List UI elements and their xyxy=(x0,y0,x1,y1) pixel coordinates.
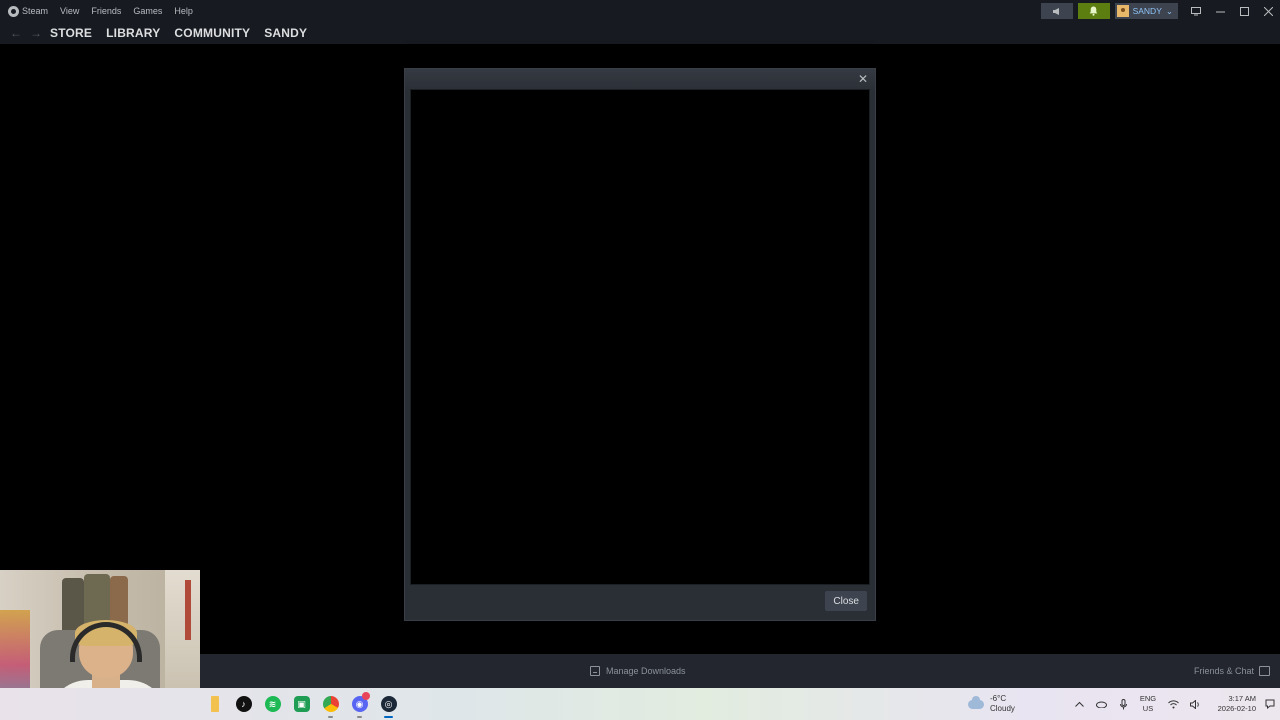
show-hidden-icons-button[interactable] xyxy=(1068,688,1090,720)
menu-view[interactable]: View xyxy=(54,6,85,16)
notification-badge-icon xyxy=(362,692,370,700)
tab-community[interactable]: COMMUNITY xyxy=(174,26,250,40)
notifications-button[interactable] xyxy=(1077,3,1110,19)
menu-steam-label: Steam xyxy=(22,6,49,16)
windows-taskbar: ♪ ≋ ▣ ◉ ◎ -6°C Cloudy ENG US 3:17 AM 202… xyxy=(0,688,1280,720)
dialog-content-area xyxy=(410,89,870,585)
friends-chat-button[interactable]: Friends & Chat xyxy=(1194,654,1270,688)
taskbar-discord[interactable]: ◉ xyxy=(345,688,374,720)
nav-tabs: STORE LIBRARY COMMUNITY SANDY xyxy=(50,26,321,40)
title-bar-right: SANDY ⌄ xyxy=(1040,0,1280,22)
system-clock[interactable]: 3:17 AM 2026-02-10 xyxy=(1206,694,1256,714)
maximize-button[interactable] xyxy=(1232,0,1256,22)
user-avatar-icon xyxy=(1120,8,1125,12)
lang-line1: ENG xyxy=(1139,694,1157,703)
forward-arrow-icon[interactable]: → xyxy=(26,26,46,40)
menu-steam[interactable]: Steam xyxy=(8,5,54,17)
steam-icon: ◎ xyxy=(380,696,397,712)
taskbar-file-explorer[interactable] xyxy=(200,688,229,720)
weather-condition: Cloudy xyxy=(990,704,1015,713)
clock-date: 2026-02-10 xyxy=(1217,704,1256,713)
menu-help[interactable]: Help xyxy=(168,6,199,16)
dialog-header: ✕ xyxy=(405,69,875,89)
menu-friends[interactable]: Friends xyxy=(85,6,127,16)
minimize-button[interactable] xyxy=(1208,0,1232,22)
avatar xyxy=(1116,5,1129,17)
clock-time: 3:17 AM xyxy=(1228,694,1256,703)
manage-downloads-button[interactable]: Manage Downloads xyxy=(590,654,686,688)
chevron-down-icon: ⌄ xyxy=(1165,5,1173,16)
big-picture-button[interactable] xyxy=(1184,0,1208,22)
friends-chat-label: Friends & Chat xyxy=(1193,666,1254,676)
username: SANDY xyxy=(1132,6,1162,16)
title-bar: Steam View Friends Games Help SANDY ⌄ xyxy=(0,0,1280,22)
tiktok-icon: ♪ xyxy=(235,696,252,712)
weather-temp: -6°C xyxy=(990,694,1007,703)
webcam-red-object xyxy=(185,580,191,640)
bell-icon xyxy=(1089,6,1098,16)
menu-games[interactable]: Games xyxy=(127,6,168,16)
manage-downloads-label: Manage Downloads xyxy=(606,666,686,676)
weather-text: -6°C Cloudy xyxy=(990,694,1015,714)
folder-icon xyxy=(210,696,219,712)
minimize-icon xyxy=(1215,11,1225,12)
chat-icon xyxy=(1259,666,1270,676)
tray-microphone[interactable] xyxy=(1112,688,1134,720)
microphone-icon xyxy=(1119,698,1127,709)
announcements-button[interactable] xyxy=(1040,3,1073,19)
back-arrow-icon[interactable]: ← xyxy=(6,26,26,40)
tab-profile[interactable]: SANDY xyxy=(264,26,307,40)
system-tray: ENG US 3:17 AM 2026-02-10 xyxy=(1068,688,1280,720)
window-close-button[interactable] xyxy=(1256,0,1280,22)
steam-logo-icon xyxy=(8,5,19,17)
modal-dialog: ✕ Close xyxy=(404,68,876,621)
taskbar-spotify[interactable]: ≋ xyxy=(258,688,287,720)
close-icon xyxy=(1263,6,1273,16)
spotify-icon: ≋ xyxy=(264,696,281,712)
taskbar-apps: ♪ ≋ ▣ ◉ ◎ xyxy=(200,688,403,720)
weather-widget[interactable]: -6°C Cloudy xyxy=(968,688,1015,720)
speaker-icon xyxy=(1189,699,1199,709)
menu-bar: Steam View Friends Games Help xyxy=(8,0,199,22)
onedrive-icon xyxy=(1095,701,1107,708)
megaphone-icon xyxy=(1052,7,1059,15)
lang-line2: US xyxy=(1142,704,1154,713)
android-studio-icon: ▣ xyxy=(293,696,310,712)
monitor-icon xyxy=(1191,6,1201,15)
dialog-close-button[interactable]: Close xyxy=(825,591,867,611)
cloud-icon xyxy=(968,695,984,709)
chrome-icon xyxy=(322,696,339,712)
taskbar-android-studio[interactable]: ▣ xyxy=(287,688,316,720)
chevron-up-icon xyxy=(1074,701,1084,707)
maximize-icon xyxy=(1239,6,1249,16)
taskbar-chrome[interactable] xyxy=(316,688,345,720)
dialog-close-icon[interactable]: ✕ xyxy=(855,71,871,87)
user-account-menu[interactable]: SANDY ⌄ xyxy=(1114,3,1178,19)
download-icon xyxy=(590,666,600,676)
tray-wifi[interactable] xyxy=(1162,688,1184,720)
language-indicator[interactable]: ENG US xyxy=(1134,694,1162,714)
tray-volume[interactable] xyxy=(1184,688,1206,720)
nav-bar: ← → STORE LIBRARY COMMUNITY SANDY xyxy=(0,22,1280,44)
tab-library[interactable]: LIBRARY xyxy=(106,26,160,40)
notification-center-button[interactable] xyxy=(1260,688,1280,720)
taskbar-tiktok[interactable]: ♪ xyxy=(229,688,258,720)
taskbar-steam[interactable]: ◎ xyxy=(374,688,403,720)
tab-store[interactable]: STORE xyxy=(50,26,92,40)
notification-icon xyxy=(1265,699,1275,709)
tray-onedrive[interactable] xyxy=(1090,688,1112,720)
wifi-icon xyxy=(1167,699,1179,708)
